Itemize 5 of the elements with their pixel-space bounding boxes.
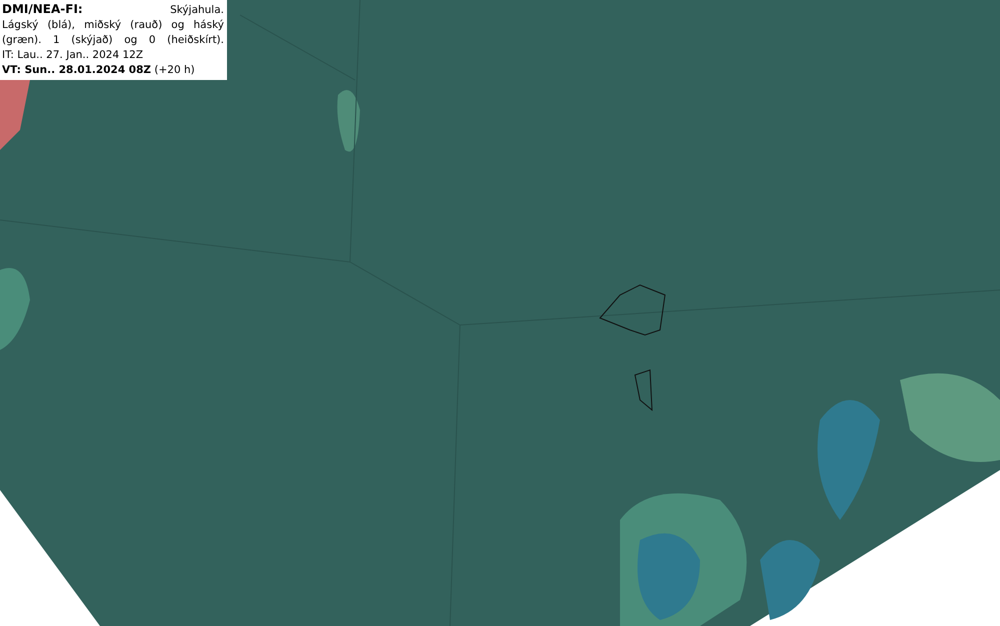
valid-time: VT: Sun.. 28.01.2024 08Z (+20 h) [2, 63, 195, 78]
issue-time: IT: Lau.. 27. Jan.. 2024 12Z [2, 48, 144, 63]
legend-description: Lágský (blá), miðský (rauð) og háský (græn). 1 (skýjað) og 0 (heiðskírt). [2, 18, 224, 48]
legend-source: DMI/NEA-FI: [2, 2, 83, 17]
legend-title: Skýjahula. [170, 3, 224, 18]
